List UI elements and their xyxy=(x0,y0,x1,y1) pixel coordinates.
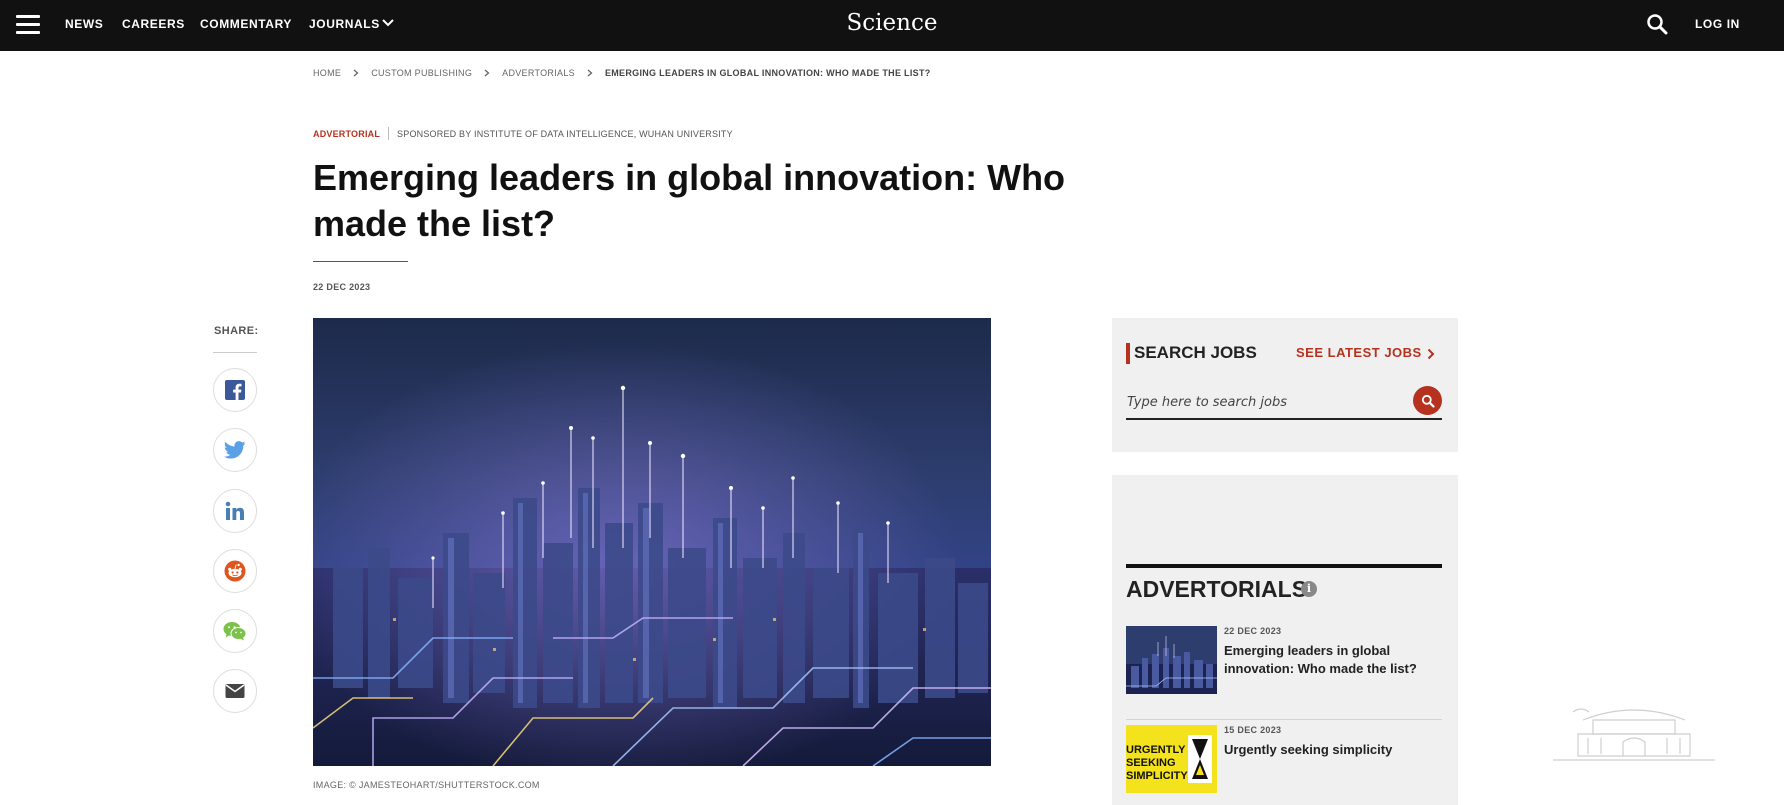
advertorial-headline[interactable]: Emerging leaders in global innovation: W… xyxy=(1224,642,1444,678)
breadcrumb-home[interactable]: HOME xyxy=(313,68,341,78)
chevron-down-icon[interactable] xyxy=(382,18,394,28)
science-logo[interactable]: Science xyxy=(847,10,938,36)
linkedin-icon xyxy=(225,501,244,520)
breadcrumb-advertorials[interactable]: ADVERTORIALS xyxy=(502,68,575,78)
advertorial-thumbnail[interactable] xyxy=(1126,626,1217,694)
menu-icon[interactable] xyxy=(16,15,40,35)
nav-commentary-link[interactable]: COMMENTARY xyxy=(200,17,292,31)
share-linkedin-button[interactable] xyxy=(213,489,257,533)
meta-divider xyxy=(388,127,390,140)
publish-date: 22 DEC 2023 xyxy=(313,282,371,292)
breadcrumb-current: EMERGING LEADERS IN GLOBAL INNOVATION: W… xyxy=(604,68,931,78)
svg-text:URGENTLY: URGENTLY xyxy=(1126,744,1186,756)
title-divider xyxy=(313,261,408,262)
article-meta: ADVERTORIAL SPONSORED BY INSTITUTE OF DA… xyxy=(313,127,733,140)
top-navigation-bar: NEWS CAREERS COMMENTARY JOURNALS Science… xyxy=(0,0,1784,51)
search-icon xyxy=(1421,394,1435,408)
svg-text:SIMPLICITY: SIMPLICITY xyxy=(1126,770,1188,782)
advertorial-tag[interactable]: ADVERTORIAL xyxy=(313,129,380,139)
jobs-accent-bar xyxy=(1126,343,1130,364)
login-link[interactable]: LOG IN xyxy=(1695,17,1740,31)
search-jobs-title: SEARCH JOBS xyxy=(1134,343,1257,362)
facebook-icon xyxy=(225,380,245,400)
search-icon[interactable] xyxy=(1646,13,1668,35)
twitter-icon xyxy=(224,441,246,459)
chevron-right-icon[interactable] xyxy=(1427,348,1435,360)
reddit-icon xyxy=(224,560,246,582)
wechat-icon xyxy=(223,622,247,641)
share-divider xyxy=(213,352,257,353)
advertorial-headline[interactable]: Urgently seeking simplicity xyxy=(1224,741,1444,759)
chevron-right-icon xyxy=(484,69,490,77)
sponsor-text: SPONSORED BY INSTITUTE OF DATA INTELLIGE… xyxy=(397,128,733,139)
share-wechat-button[interactable] xyxy=(213,609,257,653)
advertorials-rule xyxy=(1126,564,1442,568)
advertorials-title: ADVERTORIALS xyxy=(1126,576,1308,602)
svg-text:SEEKING: SEEKING xyxy=(1126,757,1176,769)
advertorial-date: 22 DEC 2023 xyxy=(1224,626,1282,636)
advertorial-date: 15 DEC 2023 xyxy=(1224,725,1282,735)
advertorial-item[interactable]: 22 DEC 2023 Emerging leaders in global i… xyxy=(1126,626,1442,720)
share-facebook-button[interactable] xyxy=(213,368,257,412)
advertorial-thumbnail[interactable]: URGENTLY SEEKING SIMPLICITY xyxy=(1126,725,1217,793)
chevron-right-icon xyxy=(353,69,359,77)
email-icon xyxy=(225,684,245,698)
hero-image xyxy=(313,318,991,766)
job-search-input[interactable] xyxy=(1126,386,1442,420)
advertorial-item[interactable]: URGENTLY SEEKING SIMPLICITY 15 DEC 2023 … xyxy=(1126,725,1442,805)
share-email-button[interactable] xyxy=(213,669,257,713)
nav-careers-link[interactable]: CAREERS xyxy=(122,17,185,31)
article-title: Emerging leaders in global innovation: W… xyxy=(313,157,1066,244)
breadcrumb-custom-publishing[interactable]: CUSTOM PUBLISHING xyxy=(371,68,472,78)
info-icon[interactable]: i xyxy=(1301,581,1317,597)
breadcrumb: HOME CUSTOM PUBLISHING ADVERTORIALS EMER… xyxy=(313,68,931,78)
nav-journals-link[interactable]: JOURNALS xyxy=(309,17,380,31)
share-label: SHARE: xyxy=(214,325,259,337)
search-jobs-widget: SEARCH JOBS SEE LATEST JOBS xyxy=(1112,318,1458,452)
chevron-right-icon xyxy=(587,69,593,77)
see-latest-jobs-link[interactable]: SEE LATEST JOBS xyxy=(1296,345,1422,360)
building-watermark xyxy=(1553,708,1715,761)
nav-news-link[interactable]: NEWS xyxy=(65,17,103,31)
job-search-button[interactable] xyxy=(1413,386,1442,415)
image-caption: IMAGE: © JAMESTEOHART/SHUTTERSTOCK.COM xyxy=(313,780,540,790)
share-reddit-button[interactable] xyxy=(213,549,257,593)
advertorials-widget: ADVERTORIALS i 22 DEC 2023 Emerging lead… xyxy=(1112,475,1458,805)
share-twitter-button[interactable] xyxy=(213,428,257,472)
